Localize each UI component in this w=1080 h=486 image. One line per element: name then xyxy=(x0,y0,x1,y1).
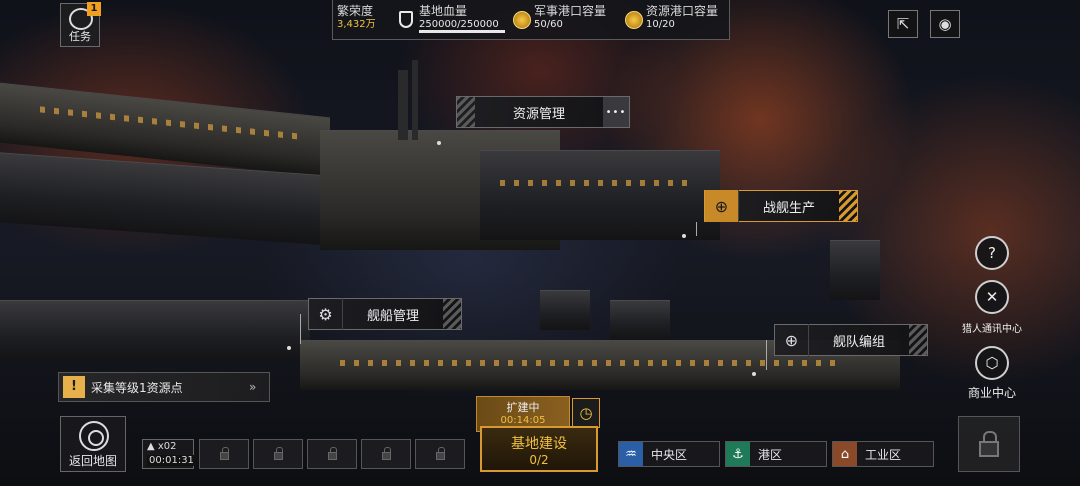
lock-icon xyxy=(979,431,999,457)
share-icon: ⇱ xyxy=(896,15,910,33)
stripe-decoration xyxy=(457,97,475,127)
hunter-comm-label: 猎人通讯中心 xyxy=(962,324,1022,335)
build-queue-slot-locked[interactable] xyxy=(253,439,303,469)
prosperity-label: 繁荣度 xyxy=(337,4,374,18)
lock-icon xyxy=(273,447,283,460)
mission-badge: 1 xyxy=(87,2,101,16)
district-port-button[interactable]: ⚓ 港区 xyxy=(725,441,827,467)
map-target-icon xyxy=(79,421,109,451)
view-toggle-button[interactable]: ◉ xyxy=(930,10,960,38)
facility-pin xyxy=(682,234,686,238)
facility-ship-management[interactable]: ⚙ 舰船管理 xyxy=(308,298,462,330)
quest-text: 采集等级1资源点 xyxy=(91,380,183,395)
prosperity-stat: 繁荣度 3,432万 xyxy=(337,4,376,32)
mission-label: 任务 xyxy=(69,30,91,43)
resource-port-coin-icon xyxy=(625,11,643,29)
build-queue-slot-locked[interactable] xyxy=(307,439,357,469)
resource-port-value: 10/20 xyxy=(646,19,675,30)
base-build-count: 0/2 xyxy=(529,453,549,467)
lock-icon xyxy=(435,447,445,460)
military-port-label: 军事港口容量 xyxy=(534,4,607,18)
build-queue-slot-locked[interactable] xyxy=(361,439,411,469)
mission-button[interactable]: 任务 1 xyxy=(60,2,101,47)
facility-connector xyxy=(696,222,697,236)
base-hp-bar-fill xyxy=(419,30,505,33)
resource-top-bar: 繁荣度 3,432万 基地血量 250000/250000 军事港口容量 50/… xyxy=(332,0,730,40)
shield-icon xyxy=(399,11,413,28)
facility-connector xyxy=(766,340,767,370)
expanding-timer: 00:14:05 xyxy=(500,415,546,426)
gear-icon: ⚙ xyxy=(309,298,343,330)
facility-resource-management[interactable]: 资源管理 ••• xyxy=(456,96,630,128)
help-icon: ? xyxy=(988,244,996,262)
expanding-label: 扩建中 xyxy=(506,401,540,414)
facility-pin xyxy=(287,346,291,350)
alert-icon: ! xyxy=(63,376,85,398)
facility-label: 资源管理 xyxy=(512,106,565,122)
hunter-comm-button[interactable]: ✕ xyxy=(975,280,1009,314)
base-hp-label: 基地血量 xyxy=(419,4,468,18)
military-port-value: 50/60 xyxy=(534,19,563,30)
share-button[interactable]: ⇱ xyxy=(888,10,918,38)
facility-fleet-formation[interactable]: ⊕ 舰队编组 xyxy=(774,324,928,356)
resource-port-label: 资源港口容量 xyxy=(646,4,719,18)
back-to-map-button[interactable]: 返回地图 xyxy=(60,416,126,472)
queue-count: ▲ x02 xyxy=(147,441,177,452)
lock-icon xyxy=(327,447,337,460)
facility-connector xyxy=(300,314,301,344)
district-label: 工业区 xyxy=(865,447,902,462)
facility-warship-production[interactable]: ⊕ 战舰生产 xyxy=(704,190,858,222)
commerce-button[interactable]: ⬡ xyxy=(975,346,1009,380)
clock-fast-forward-icon: ◷ xyxy=(579,404,593,422)
lock-icon xyxy=(219,447,229,460)
hexagon-icon: ⬡ xyxy=(985,354,999,372)
crosshair-icon: ⊕ xyxy=(705,190,739,222)
prosperity-value: 3,432万 xyxy=(337,19,376,30)
base-build-button[interactable]: 基地建设 0/2 xyxy=(480,426,598,472)
facility-label: 战舰生产 xyxy=(762,200,815,216)
facility-label: 舰队编组 xyxy=(832,334,885,350)
factory-icon: ⌂ xyxy=(833,442,857,466)
build-queue-slot-active[interactable]: ▲ x02 00:01:31 xyxy=(142,439,196,469)
stripe-decoration xyxy=(443,299,461,329)
stripe-decoration xyxy=(839,191,857,221)
facility-pin xyxy=(752,372,756,376)
queue-timer: 00:01:31 xyxy=(147,455,196,466)
eye-icon: ◉ xyxy=(938,15,952,33)
signal-tower-icon: ♒ xyxy=(619,442,643,466)
more-dots-icon: ••• xyxy=(603,97,629,127)
facility-pin xyxy=(437,141,441,145)
facility-label: 舰船管理 xyxy=(366,308,419,324)
anchor-icon: ⚓ xyxy=(726,442,750,466)
district-industrial-button[interactable]: ⌂ 工业区 xyxy=(832,441,934,467)
build-queue-slot-locked[interactable] xyxy=(199,439,249,469)
build-queue-slot-locked[interactable] xyxy=(415,439,465,469)
hunter-emblem-icon: ✕ xyxy=(985,288,999,306)
quest-tracker[interactable]: ! 采集等级1资源点 » xyxy=(58,372,270,402)
military-port-stat: 军事港口容量 50/60 xyxy=(534,4,606,32)
double-chevron-right-icon: » xyxy=(249,380,257,394)
district-central-button[interactable]: ♒ 中央区 xyxy=(618,441,720,467)
military-port-coin-icon xyxy=(513,11,531,29)
bottom-bar: 返回地图 ▲ x02 00:01:31 扩建中 00:14:05 ◷ 基地建设 … xyxy=(60,396,1020,486)
district-label: 港区 xyxy=(758,447,783,462)
locked-district-slot[interactable] xyxy=(958,416,1020,472)
base-hp-stat: 基地血量 250000/250000 xyxy=(419,4,499,32)
help-button[interactable]: ? xyxy=(975,236,1009,270)
lock-icon xyxy=(381,447,391,460)
speedup-clock-button[interactable]: ◷ xyxy=(572,398,600,428)
district-label: 中央区 xyxy=(651,447,688,462)
resource-port-stat: 资源港口容量 10/20 xyxy=(646,4,718,32)
crosshair-icon: ⊕ xyxy=(775,324,809,356)
stripe-decoration xyxy=(909,325,927,355)
back-to-map-label: 返回地图 xyxy=(68,454,117,468)
base-build-label: 基地建设 xyxy=(511,436,567,452)
commerce-label: 商业中心 xyxy=(967,386,1016,400)
base-hp-bar xyxy=(419,30,505,33)
